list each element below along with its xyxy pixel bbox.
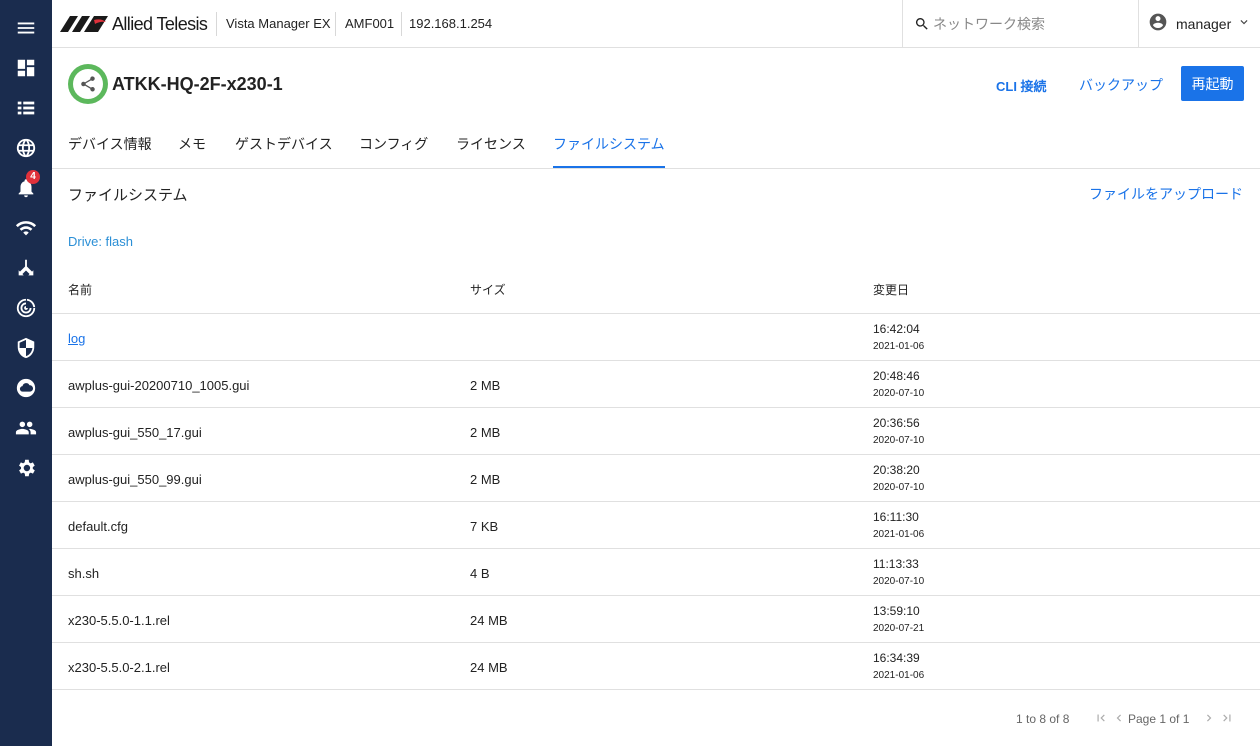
table-row[interactable]: awplus-gui_550_99.gui 2 MB 20:38:20 2020…	[52, 455, 1260, 502]
upload-file-button[interactable]: ファイルをアップロード	[1089, 184, 1243, 204]
section-title: ファイルシステム	[68, 187, 188, 204]
globe-icon[interactable]	[14, 136, 38, 160]
user-name: manager	[1176, 16, 1232, 32]
file-time: 20:36:56	[873, 416, 920, 430]
network-search	[902, 0, 1139, 48]
tab-guest-devices[interactable]: ゲストデバイス	[235, 134, 333, 168]
column-header-name[interactable]: 名前	[68, 281, 92, 298]
shield-icon[interactable]	[14, 336, 38, 360]
file-time: 16:34:39	[873, 651, 920, 665]
file-date: 2020-07-10	[873, 576, 925, 587]
file-date: 2021-01-06	[873, 529, 925, 540]
file-date: 2021-01-06	[873, 670, 925, 681]
reboot-button[interactable]: 再起動	[1181, 66, 1244, 101]
previous-page-icon[interactable]	[1111, 710, 1127, 726]
file-date: 2021-01-06	[873, 341, 925, 352]
file-size: 2 MB	[470, 425, 501, 440]
tab-license[interactable]: ライセンス	[456, 134, 526, 168]
file-name: x230-5.5.0-2.1.rel	[68, 660, 170, 675]
next-page-icon[interactable]	[1201, 710, 1217, 726]
file-date: 2020-07-10	[873, 388, 925, 399]
brand-name: Allied Telesis	[112, 13, 208, 34]
topology-icon[interactable]	[14, 256, 38, 280]
tab-memo[interactable]: メモ	[178, 134, 206, 168]
brand-logo[interactable]: Allied Telesis	[60, 13, 208, 34]
user-menu[interactable]: manager	[1148, 12, 1251, 37]
file-size: 24 MB	[470, 660, 508, 675]
file-size: 4 B	[470, 566, 490, 581]
top-bar: Allied Telesis Vista Manager EX AMF001 1…	[52, 0, 1260, 48]
table-row[interactable]: awplus-gui-20200710_1005.gui 2 MB 20:48:…	[52, 361, 1260, 408]
search-icon	[915, 18, 928, 30]
file-date: 2020-07-10	[873, 482, 925, 493]
sidebar: 4	[0, 0, 52, 746]
tab-config[interactable]: コンフィグ	[359, 134, 428, 168]
divider	[216, 12, 217, 36]
file-date: 2020-07-10	[873, 435, 925, 446]
radar-icon[interactable]	[14, 296, 38, 320]
column-header-size[interactable]: サイズ	[470, 281, 506, 298]
amf-name: AMF001	[345, 16, 395, 31]
file-name: sh.sh	[68, 566, 100, 581]
wifi-icon[interactable]	[14, 216, 38, 240]
users-icon[interactable]	[14, 416, 38, 440]
file-size: 2 MB	[470, 472, 501, 487]
gear-icon[interactable]	[14, 456, 38, 480]
file-time: 13:59:10	[873, 604, 920, 618]
device-status-icon	[68, 64, 108, 104]
file-name: awplus-gui_550_99.gui	[68, 472, 202, 487]
last-page-icon[interactable]	[1219, 710, 1235, 726]
product-name: Vista Manager EX	[226, 16, 331, 31]
table-header: 名前 サイズ 変更日	[52, 266, 1260, 314]
file-name[interactable]: log	[68, 331, 85, 346]
table-row[interactable]: awplus-gui_550_17.gui 2 MB 20:36:56 2020…	[52, 408, 1260, 455]
tab-device-info[interactable]: デバイス情報	[68, 134, 152, 168]
file-time: 20:48:46	[873, 369, 920, 383]
pager-count: 1 to 8 of 8	[1016, 712, 1070, 726]
first-page-icon[interactable]	[1093, 710, 1109, 726]
file-time: 11:13:33	[873, 557, 919, 571]
cli-connect-button[interactable]: CLI 接続	[996, 76, 1047, 95]
table-row[interactable]: x230-5.5.0-1.1.rel 24 MB 13:59:10 2020-0…	[52, 596, 1260, 643]
list-icon[interactable]	[14, 96, 38, 120]
file-size: 2 MB	[470, 378, 501, 393]
file-time: 16:42:04	[873, 322, 920, 336]
file-name: x230-5.5.0-1.1.rel	[68, 613, 170, 628]
pager-page: Page 1 of 1	[1128, 712, 1190, 726]
file-size: 7 KB	[470, 519, 499, 534]
table-row[interactable]: x230-5.5.0-2.1.rel 24 MB 16:34:39 2021-0…	[52, 643, 1260, 690]
divider	[401, 12, 402, 36]
cloud-icon[interactable]	[14, 376, 38, 400]
file-time: 20:38:20	[873, 463, 920, 477]
account-icon	[1148, 12, 1168, 37]
file-name: awplus-gui_550_17.gui	[68, 425, 202, 440]
file-table: 名前 サイズ 変更日 log 16:42:04 2021-01-06 awplu…	[52, 266, 1260, 690]
table-row[interactable]: log 16:42:04 2021-01-06	[52, 314, 1260, 361]
table-row[interactable]: sh.sh 4 B 11:13:33 2020-07-10	[52, 549, 1260, 596]
share-icon	[81, 76, 95, 92]
chevron-down-icon	[1231, 15, 1251, 34]
file-size: 24 MB	[470, 613, 508, 628]
column-header-modified[interactable]: 変更日	[873, 281, 909, 298]
tab-filesystem[interactable]: ファイルシステム	[553, 134, 665, 168]
ip-address: 192.168.1.254	[409, 16, 493, 31]
file-time: 16:11:30	[873, 510, 919, 524]
alarm-badge: 4	[26, 170, 40, 184]
file-date: 2020-07-21	[873, 623, 925, 634]
drive-selector[interactable]: Drive: flash	[68, 234, 133, 249]
device-tabs: デバイス情報 メモ ゲストデバイス コンフィグ ライセンス ファイルシステム	[52, 120, 1260, 169]
table-row[interactable]: default.cfg 7 KB 16:11:30 2021-01-06	[52, 502, 1260, 549]
allied-telesis-logo-icon	[60, 16, 108, 32]
search-input[interactable]	[933, 12, 1128, 36]
file-name: default.cfg	[68, 519, 128, 534]
device-name: ATKK-HQ-2F-x230-1	[112, 74, 283, 94]
divider	[335, 12, 336, 36]
menu-icon[interactable]	[14, 16, 38, 40]
dashboard-icon[interactable]	[14, 56, 38, 80]
file-name: awplus-gui-20200710_1005.gui	[68, 378, 250, 393]
alarm-icon[interactable]: 4	[14, 170, 40, 200]
backup-button[interactable]: バックアップ	[1079, 75, 1163, 95]
